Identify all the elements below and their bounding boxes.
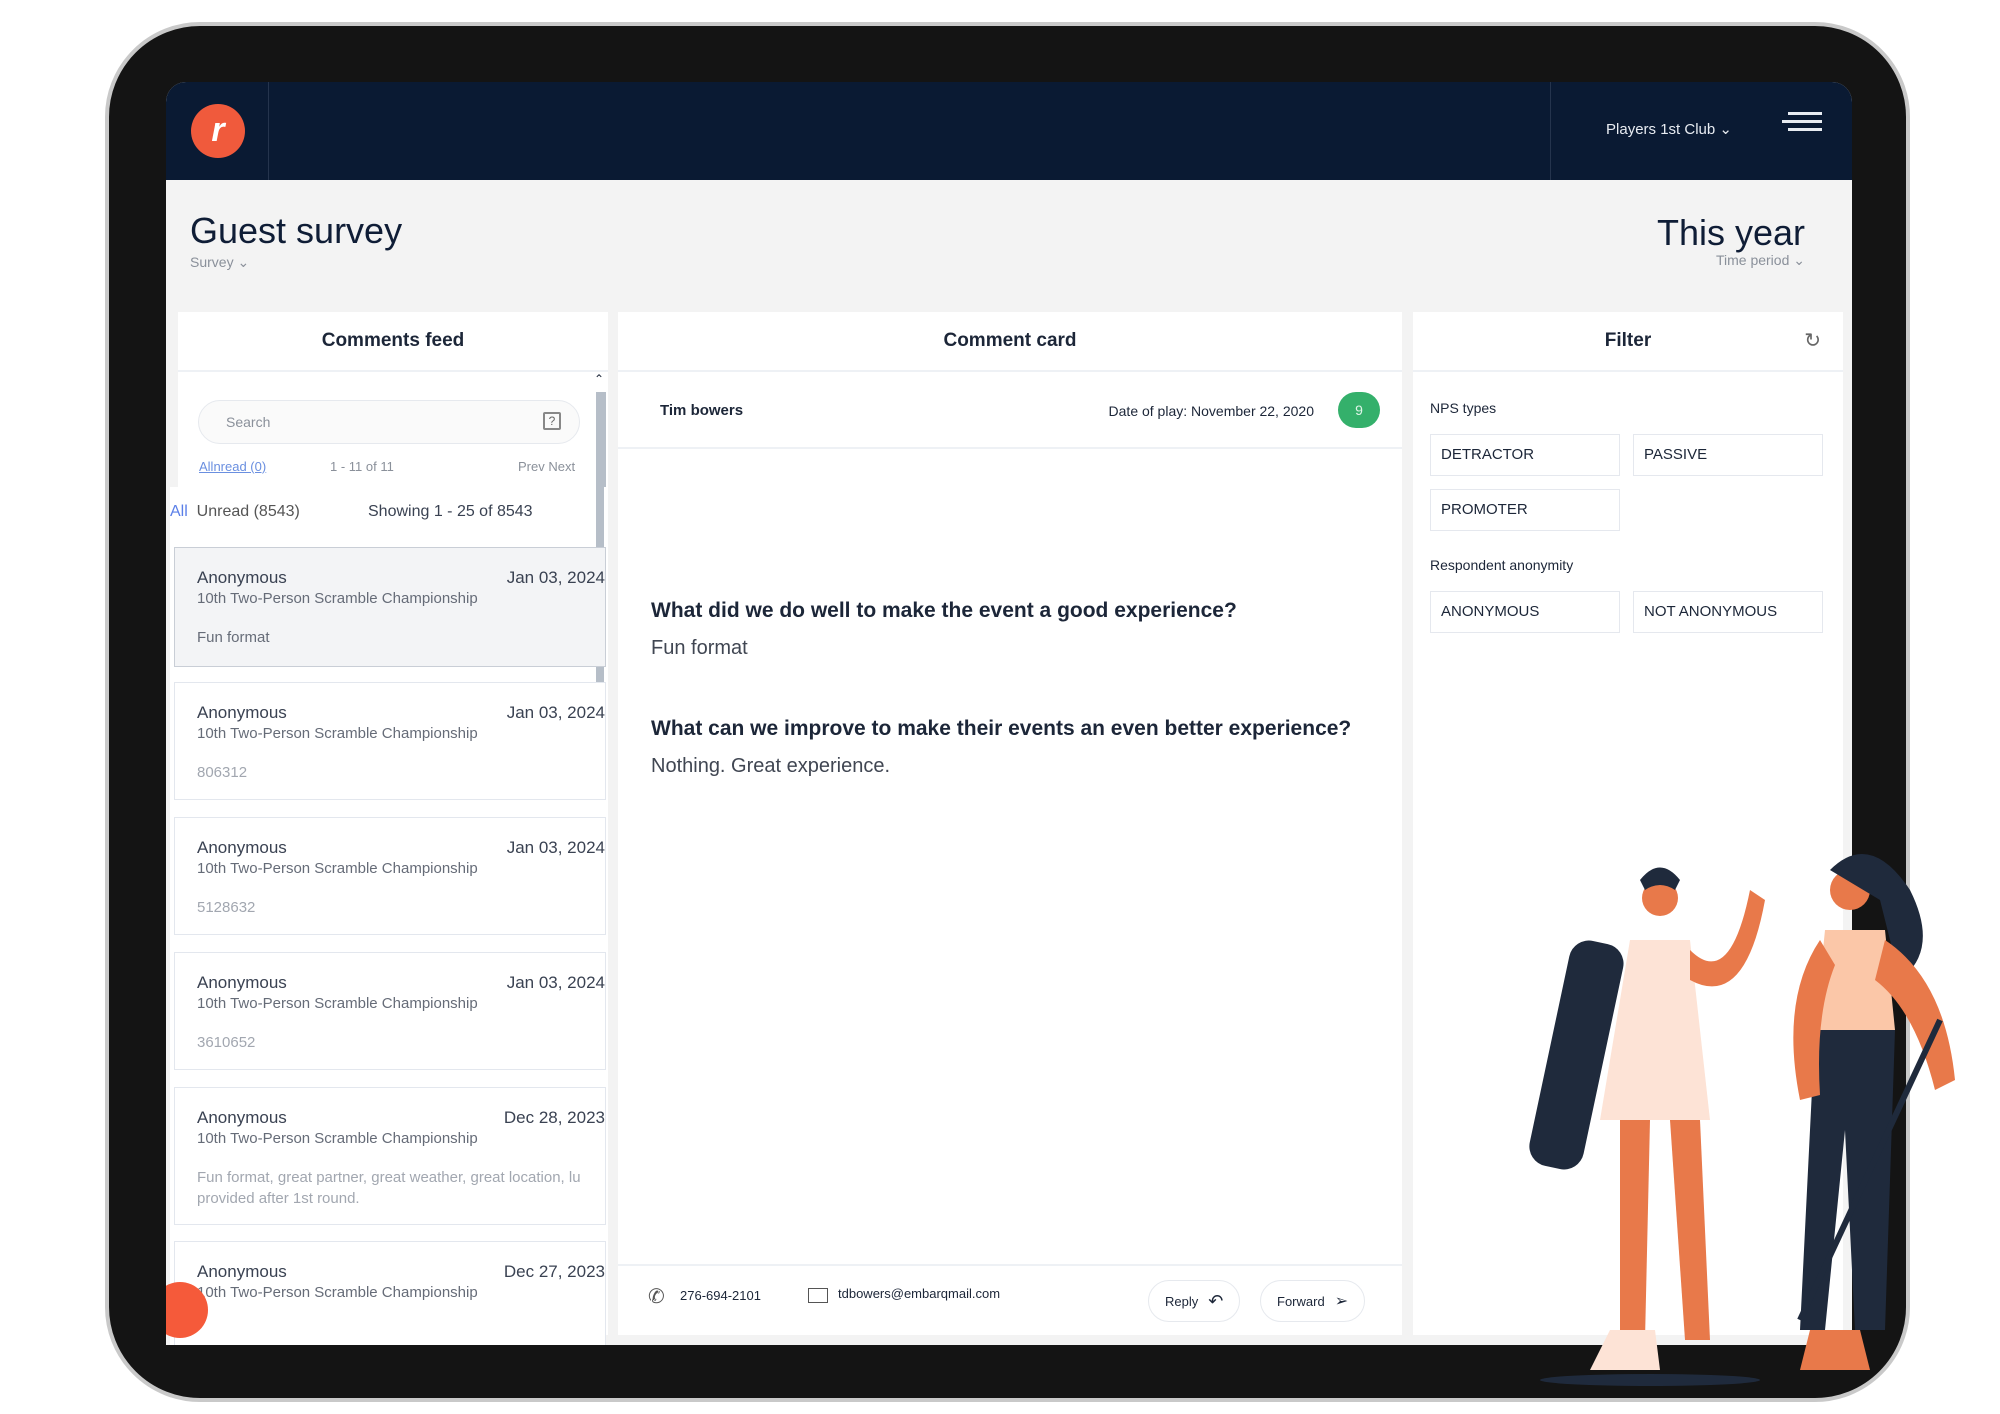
chevron-down-icon: ⌄	[1719, 121, 1732, 138]
feed-list: All Unread (8543) Showing 1 - 25 of 8543…	[170, 487, 606, 1345]
pagination-range: 1 - 11 of 11	[330, 459, 394, 474]
phone-icon: ✆	[648, 1286, 665, 1308]
survey-selector[interactable]: Survey ⌄	[190, 254, 249, 271]
showing-count: Showing 1 - 25 of 8543	[368, 503, 533, 520]
nps-types-label: NPS types	[1430, 400, 1497, 416]
email-address[interactable]: tdbowers@embarqmail.com	[838, 1286, 1000, 1301]
filter-detractor[interactable]: DETRACTOR	[1430, 434, 1620, 476]
reply-icon: ↶	[1208, 1290, 1224, 1311]
time-period-value: This year	[1656, 212, 1805, 253]
logo[interactable]: r	[191, 104, 245, 158]
divider	[1550, 82, 1551, 180]
search-input[interactable]: Search ?	[198, 400, 580, 444]
question-2: What can we improve to make their events…	[651, 717, 1352, 740]
answer-2: Nothing. Great experience.	[651, 755, 891, 777]
feed-item[interactable]: Anonymous Jan 03, 2024 10th Two-Person Scr…	[174, 547, 606, 667]
phone-number[interactable]: 276-694-2101	[680, 1288, 761, 1303]
question-1: What did we do well to make the event a …	[651, 599, 1237, 622]
hamburger-menu-icon[interactable]	[1782, 112, 1822, 132]
filter-passive[interactable]: PASSIVE	[1633, 434, 1823, 476]
time-period-selector[interactable]: Time period ⌄	[1716, 252, 1805, 269]
feed-item[interactable]: Anonymous Jan 03, 2024 10th Two-Person Scr…	[174, 817, 606, 935]
club-selector[interactable]: Players 1st Club ⌄	[1606, 120, 1732, 138]
reply-button[interactable]: Reply ↶	[1148, 1280, 1241, 1322]
feed-item[interactable]: Anonymous Jan 03, 2024 10th Two-Person Scr…	[174, 952, 606, 1070]
forward-button[interactable]: Forward ➢	[1260, 1280, 1366, 1322]
page-title: Guest survey	[190, 210, 403, 251]
filter-not-anonymous[interactable]: NOT ANONYMOUS	[1633, 591, 1823, 633]
date-of-play: Date of play: November 22, 2020	[1108, 403, 1314, 419]
feed-item[interactable]: Anonymous Jan 03, 2024 10th Two-Person Scr…	[174, 682, 606, 800]
filter-anonymous[interactable]: ANONYMOUS	[1430, 591, 1620, 633]
feed-item[interactable]: Anonymous Dec 28, 2023 10th Two-Person Scr…	[174, 1087, 606, 1225]
filter-all[interactable]: All	[170, 503, 188, 520]
send-icon: ➢	[1334, 1293, 1349, 1310]
club-name: Players 1st Club	[1606, 121, 1716, 138]
feed-item[interactable]: Anonymous Dec 27, 2023 10th Two-Person Scr…	[174, 1241, 606, 1345]
filter-title: Filter	[1413, 312, 1843, 372]
card-footer: ✆ 276-694-2101 tdbowers@embarqmail.com R…	[618, 1264, 1402, 1335]
comments-feed-title: Comments feed	[178, 312, 608, 372]
filter-unread[interactable]: Unread (8543)	[197, 503, 300, 520]
reset-icon[interactable]: ↻	[1804, 328, 1821, 353]
golfers-illustration	[1529, 854, 1955, 1386]
filter-promoter[interactable]: PROMOTER	[1430, 489, 1620, 531]
next-button[interactable]: Next	[548, 459, 575, 474]
nps-score-badge: 9	[1338, 392, 1380, 428]
help-icon[interactable]: ?	[543, 412, 561, 430]
prev-button[interactable]: Prev	[518, 459, 545, 474]
top-nav: r Players 1st Club ⌄	[166, 82, 1852, 180]
email-icon	[808, 1288, 828, 1303]
comment-card-panel: Comment card Tim bowers Date of play: No…	[618, 312, 1402, 1335]
divider	[268, 82, 269, 180]
allread-link[interactable]: Allnread (0)	[199, 459, 266, 474]
scroll-up-icon[interactable]: ⌃	[594, 372, 604, 386]
comment-card-title: Comment card	[618, 312, 1402, 372]
divider	[618, 447, 1402, 449]
respondent-name: Tim bowers	[660, 402, 744, 419]
anonymity-label: Respondent anonymity	[1430, 557, 1574, 573]
answer-1: Fun format	[651, 637, 748, 659]
